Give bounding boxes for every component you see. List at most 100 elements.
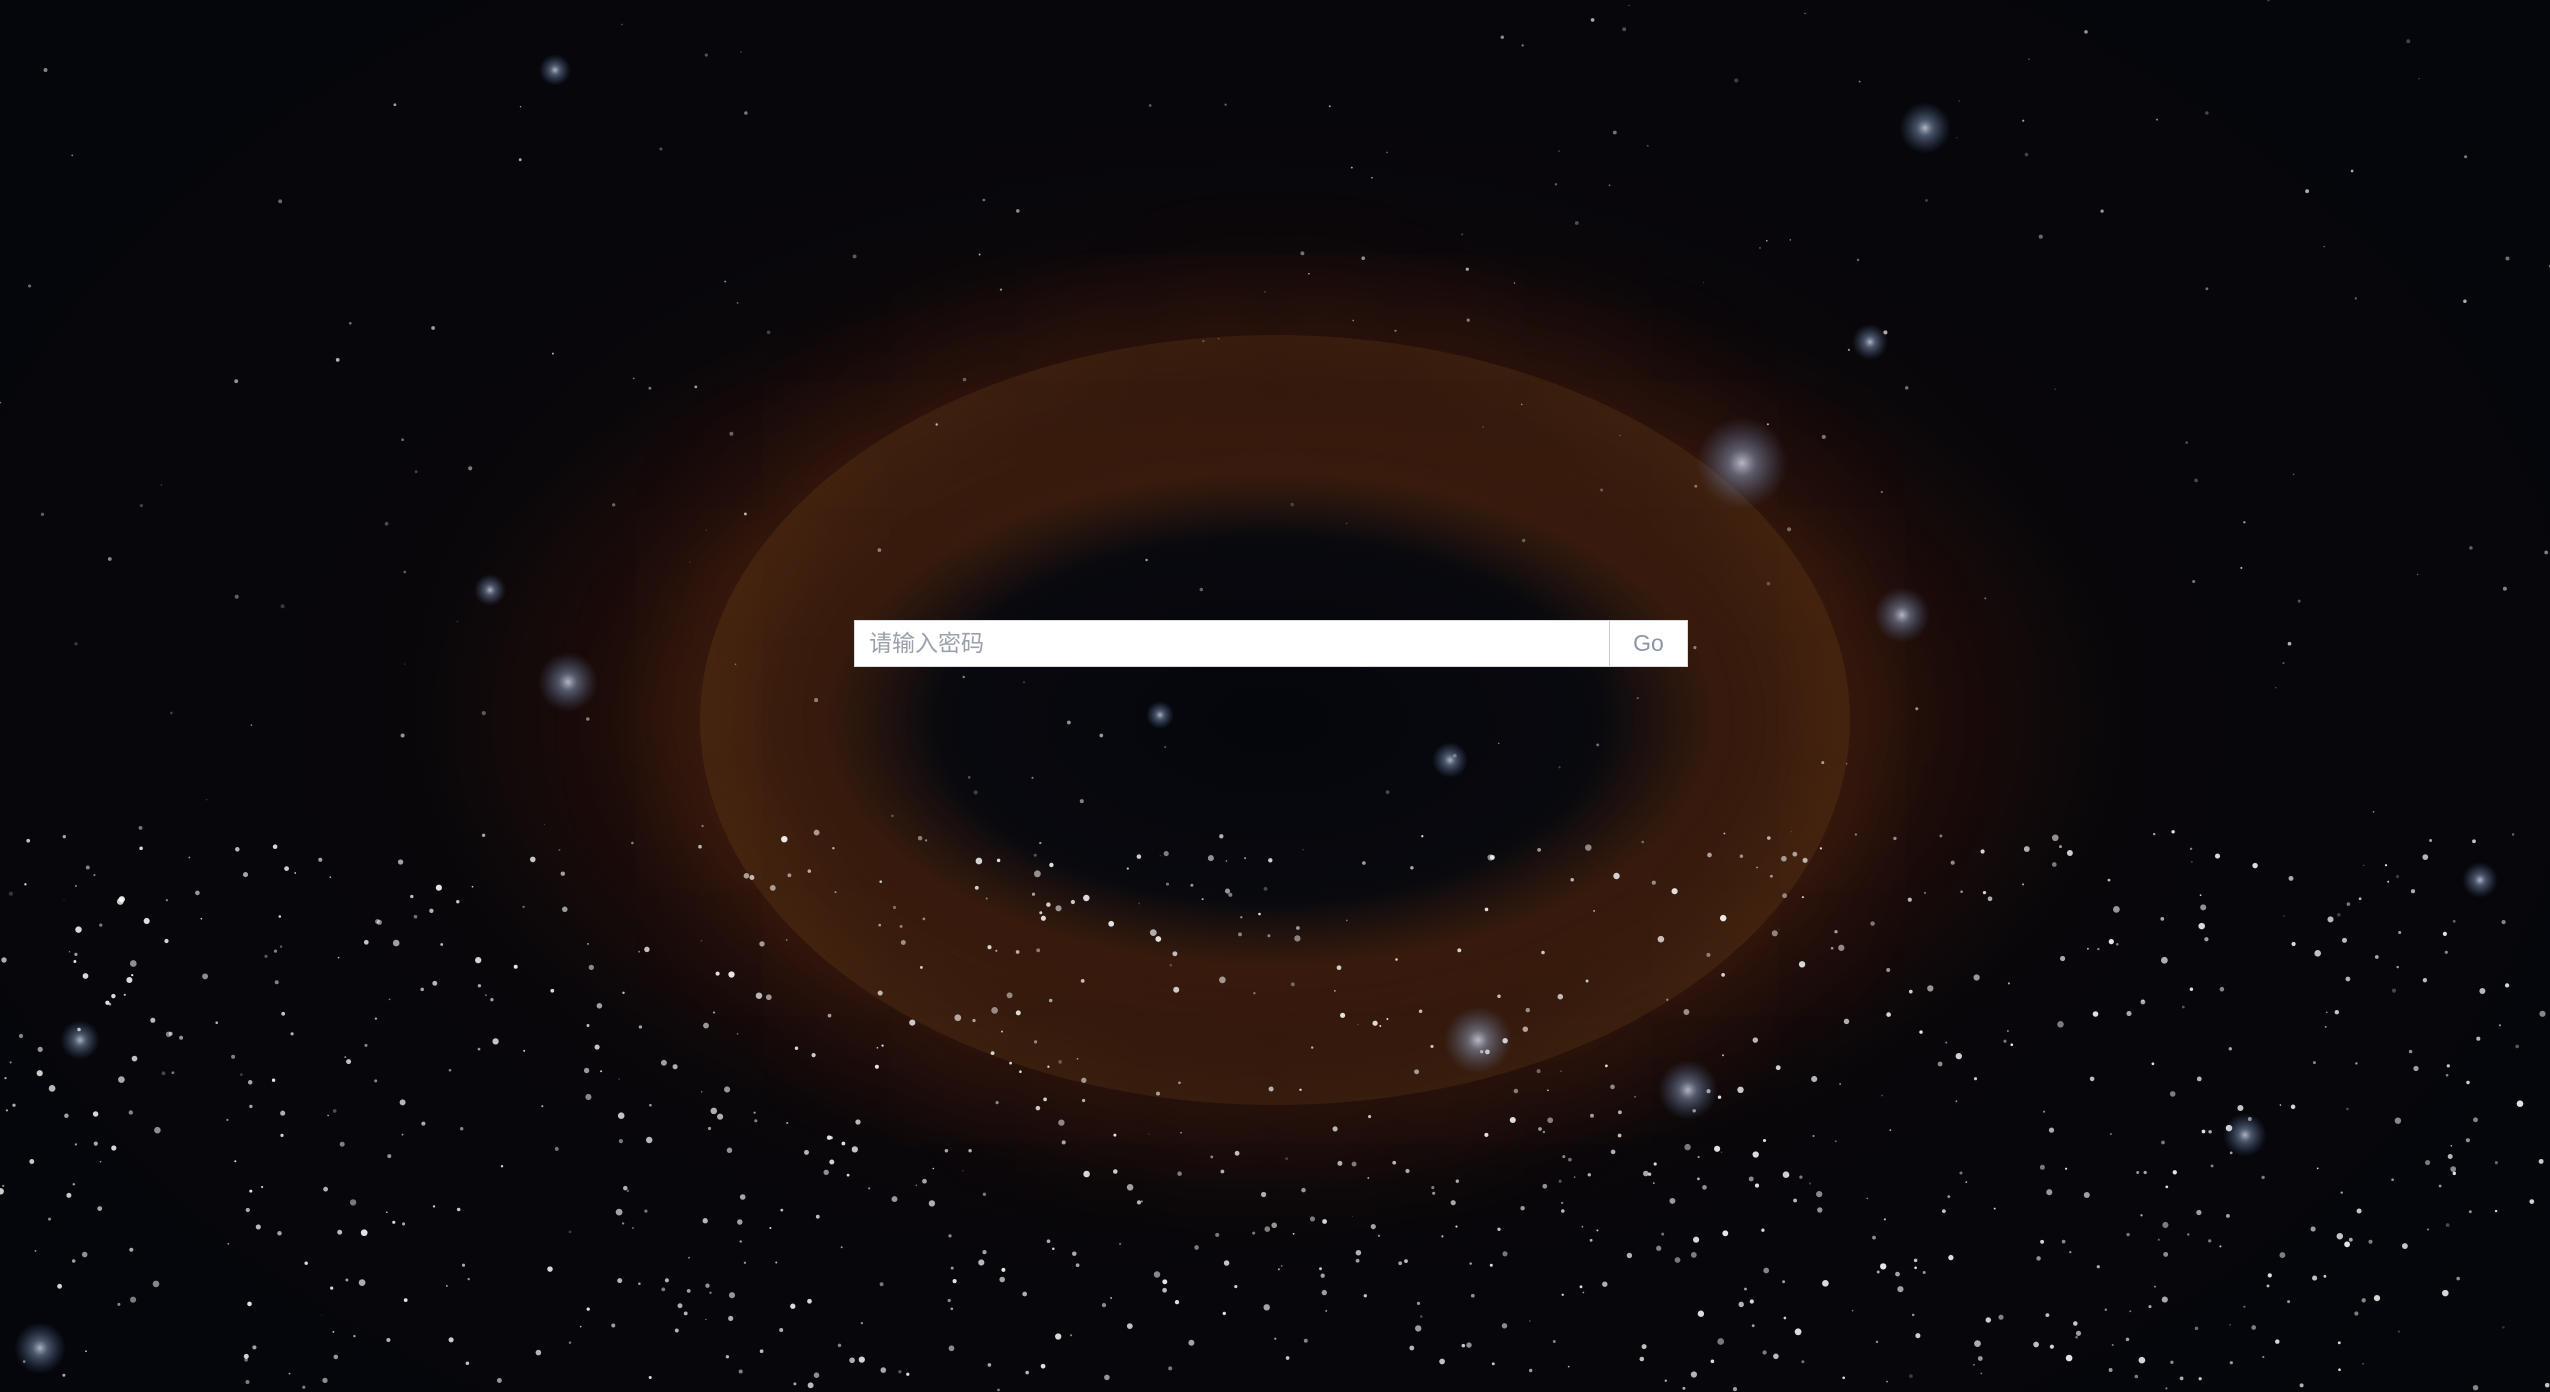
star	[1617, 1110, 1622, 1115]
star	[1759, 247, 1761, 249]
star	[952, 1279, 957, 1284]
star	[541, 1105, 544, 1108]
star	[2113, 906, 2120, 913]
star	[974, 885, 979, 890]
star	[1040, 1363, 1046, 1369]
star	[2172, 1170, 2177, 1175]
star	[1118, 1242, 1122, 1246]
star	[1466, 318, 1470, 322]
star	[2160, 917, 2165, 921]
star	[950, 1266, 954, 1270]
star	[1529, 1320, 1531, 1322]
star	[709, 1291, 712, 1295]
star	[1585, 844, 1592, 851]
star	[2165, 1185, 2169, 1189]
star	[1263, 886, 1268, 891]
star	[855, 1119, 861, 1125]
star	[891, 814, 894, 818]
star	[1567, 1157, 1572, 1162]
star	[638, 950, 640, 953]
star	[227, 1242, 230, 1245]
star	[2464, 155, 2468, 159]
star	[1409, 1345, 1415, 1351]
star	[2505, 256, 2510, 261]
star	[323, 1186, 329, 1192]
star	[982, 1192, 987, 1197]
star	[2283, 915, 2286, 917]
star	[2033, 1341, 2039, 1348]
star	[1218, 338, 1220, 340]
star	[860, 1322, 864, 1325]
star	[281, 1011, 286, 1016]
star	[948, 1234, 952, 1238]
star	[2104, 1308, 2107, 1311]
star	[754, 1119, 758, 1123]
star	[1697, 1177, 1700, 1181]
star	[2040, 1239, 2045, 1244]
star	[399, 1099, 406, 1106]
star	[2051, 862, 2057, 867]
star	[1392, 1160, 1397, 1165]
star	[2096, 1265, 2100, 1269]
star	[2194, 478, 2198, 483]
star	[2538, 1158, 2544, 1164]
star	[111, 993, 116, 999]
star	[2, 1184, 5, 1188]
star	[397, 859, 404, 865]
star	[402, 1222, 406, 1226]
star	[2129, 1310, 2132, 1313]
star	[2445, 1073, 2449, 1077]
star	[1717, 1338, 1725, 1345]
star	[465, 1361, 470, 1366]
star	[2200, 904, 2207, 911]
star	[1188, 1339, 1195, 1346]
star	[530, 856, 536, 863]
go-button[interactable]: Go	[1609, 621, 1687, 666]
star	[18, 1033, 24, 1039]
star	[728, 1315, 734, 1321]
star	[694, 385, 698, 389]
star	[1234, 1285, 1238, 1289]
star	[429, 908, 434, 913]
star	[1268, 858, 1273, 863]
star	[288, 1372, 291, 1375]
star	[154, 1126, 161, 1134]
star	[24, 883, 27, 886]
star	[995, 949, 998, 952]
star	[1277, 1268, 1280, 1271]
star	[1754, 1183, 1760, 1188]
star	[596, 1003, 603, 1009]
star	[728, 1292, 736, 1299]
star	[1394, 329, 1397, 332]
star	[34, 1249, 37, 1252]
star	[2350, 169, 2354, 173]
star	[1048, 998, 1053, 1003]
glowing-star	[1852, 324, 1888, 360]
star	[1536, 1069, 1541, 1074]
star	[1801, 1360, 1805, 1364]
star	[1072, 1251, 1077, 1256]
star	[632, 377, 635, 380]
star	[468, 466, 473, 471]
star	[294, 872, 297, 874]
star	[1789, 239, 1792, 241]
star	[1581, 1225, 1584, 1228]
glowing-star	[1444, 1006, 1512, 1074]
star	[1311, 1046, 1314, 1049]
star	[1052, 1247, 1055, 1251]
star	[1782, 1280, 1786, 1284]
star	[1854, 833, 1858, 836]
star	[1693, 1236, 1700, 1243]
star	[987, 945, 992, 950]
star	[922, 917, 926, 921]
star	[765, 994, 772, 1001]
star	[1363, 1294, 1367, 1298]
glowing-star	[2223, 1113, 2267, 1157]
star	[1948, 1254, 1954, 1261]
star	[1593, 910, 1595, 912]
star	[729, 431, 734, 436]
star	[280, 1133, 284, 1138]
star	[1693, 646, 1697, 650]
star	[1714, 1145, 1721, 1152]
password-input[interactable]	[855, 621, 1609, 666]
